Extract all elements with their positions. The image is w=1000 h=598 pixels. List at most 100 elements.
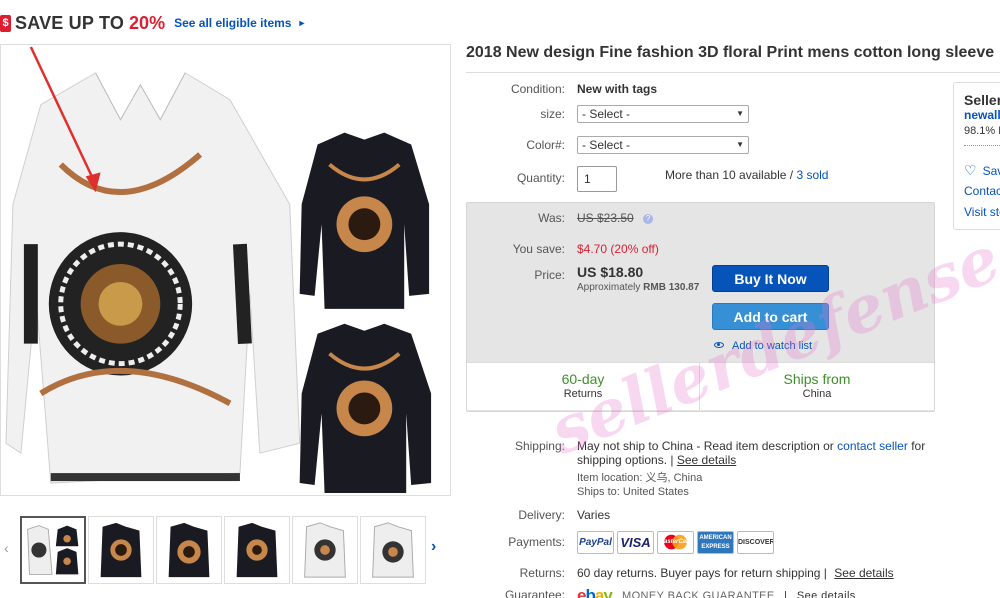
returns-feature-main: 60-day (561, 371, 605, 387)
add-to-watch-list[interactable]: Add to watch list (714, 340, 812, 352)
thumbnail-6[interactable] (360, 516, 426, 584)
caret-down-icon: ▼ (736, 109, 744, 118)
seller-feedback: 98.1% Positive feedback (964, 125, 1000, 137)
visit-store-link[interactable]: Visit store (964, 205, 1000, 219)
shipping-info: May not ship to China - Read item descri… (577, 439, 926, 467)
mbg-text: MONEY BACK GUARANTEE (622, 590, 775, 598)
contact-seller-panel-link[interactable]: Contact seller (964, 184, 1000, 198)
title-divider (466, 72, 1000, 73)
thumbnail-5[interactable] (292, 516, 358, 584)
item-location: Item location: 义乌, China (577, 469, 702, 485)
chevron-left-icon[interactable]: ‹ (4, 540, 9, 556)
amex-logo: AMERICAN EXPRESS (697, 531, 734, 554)
main-product-image[interactable] (0, 44, 451, 496)
thumbnail-image (304, 522, 346, 578)
ships-to: Ships to: United States (577, 486, 689, 498)
ships-to-value: United States (622, 486, 689, 498)
thumbnail-image (100, 522, 142, 578)
condition-value: New with tags (577, 82, 658, 96)
thumbnail-image (168, 522, 210, 578)
save-seller-label: Save this Seller (982, 164, 1000, 178)
thumbnail-strip: ‹ › (0, 516, 451, 586)
eye-icon (714, 342, 724, 348)
paypal-logo: PayPal (577, 531, 614, 554)
chevron-right-icon[interactable]: › (431, 538, 436, 556)
info-icon[interactable]: ? (643, 214, 654, 224)
was-price-value: US $23.50 (577, 211, 634, 225)
delivery-label: Delivery: (518, 508, 565, 522)
listing-title: 2018 New design Fine fashion 3D floral P… (466, 44, 995, 61)
returns-feature: 60-day Returns (467, 362, 700, 410)
quantity-label: Quantity: (516, 171, 565, 185)
you-save-value: $4.70 (20% off) (577, 242, 659, 256)
thumbnail-4[interactable] (224, 516, 290, 584)
buy-it-now-button[interactable]: Buy It Now (712, 265, 829, 292)
size-label: size: (540, 107, 565, 121)
ships-from-main: Ships from (783, 371, 851, 387)
approx-price: Approximately RMB 130.87 (577, 282, 699, 293)
delivery-value: Varies (577, 508, 611, 522)
discover-logo: DISCOVER (737, 531, 774, 554)
see-eligible-items-link[interactable]: See all eligible items (174, 16, 291, 30)
contact-seller-link[interactable]: contact seller (837, 439, 908, 453)
price-value: US $18.80 (577, 264, 644, 280)
returns-feature-sub: Returns (563, 388, 603, 400)
color-select-value: - Select - (582, 138, 631, 152)
visa-logo: VISA (617, 531, 654, 554)
returns-see-details-link[interactable]: See details (834, 566, 893, 580)
add-to-cart-button[interactable]: Add to cart (712, 303, 829, 330)
save-seller-link[interactable]: ♡ Save this Seller (964, 162, 1000, 179)
sold-count-link[interactable]: 3 sold (796, 168, 828, 182)
you-save-label: You save: (512, 242, 565, 256)
color-label: Color#: (526, 138, 565, 152)
thumbnail-image (27, 525, 79, 575)
guarantee-see-details-link[interactable]: See details (797, 590, 856, 598)
quantity-availability: More than 10 available / 3 sold (665, 168, 828, 182)
size-select[interactable]: - Select - ▼ (577, 105, 749, 123)
promo-banner: $ SAVE UP TO 20% See all eligible items … (0, 10, 306, 36)
seller-info-title: Seller information (964, 92, 1000, 108)
ebay-logo: ebay (577, 586, 613, 598)
approx-label: Approximately (577, 282, 641, 293)
color-select[interactable]: - Select - ▼ (577, 136, 749, 154)
was-label: Was: (538, 211, 565, 225)
returns-label: Returns: (519, 566, 565, 580)
shirt-photo (1, 45, 450, 495)
was-price: US $23.50 ? (577, 211, 654, 225)
condition-label: Condition: (510, 82, 565, 96)
returns-info: 60 day returns. Buyer pays for return sh… (577, 566, 894, 580)
promo-percent: 20% (129, 12, 166, 33)
thumbnail-1[interactable] (20, 516, 86, 584)
size-select-value: - Select - (582, 107, 631, 121)
thumbnail-2[interactable] (88, 516, 154, 584)
arrow-right-icon: ► (297, 18, 307, 28)
thumbnail-image (236, 522, 278, 578)
shipping-text: May not ship to China - Read item descri… (577, 439, 834, 453)
dollar-badge-icon: $ (0, 14, 11, 32)
shipping-see-details-link[interactable]: See details (677, 453, 736, 467)
thumbnail-image (372, 522, 414, 578)
caret-down-icon: ▼ (736, 140, 744, 149)
payments-label: Payments: (508, 535, 565, 549)
seller-info-panel: Seller information newallee 98.1% Positi… (953, 82, 1000, 230)
ships-to-label: Ships to: (577, 486, 620, 498)
mastercard-logo: MasterCard (657, 531, 694, 554)
approx-value: RMB 130.87 (643, 282, 700, 293)
available-text: More than 10 available / (665, 168, 794, 182)
money-back-guarantee: MONEY BACK GUARANTEE | See details (622, 590, 856, 598)
watch-list-label: Add to watch list (732, 340, 813, 352)
shipping-label: Shipping: (514, 439, 565, 453)
returns-text: 60 day returns. Buyer pays for return sh… (577, 566, 827, 580)
thumbnail-3[interactable] (156, 516, 222, 584)
shipping-text-2: for (911, 439, 926, 453)
guarantee-label: Guarantee: (504, 588, 565, 598)
heart-icon: ♡ (964, 162, 977, 178)
seller-name-link[interactable]: newallee (964, 108, 1000, 122)
seller-divider (964, 145, 1000, 146)
promo-text: SAVE UP TO (15, 12, 125, 33)
quantity-input[interactable]: 1 (577, 166, 617, 192)
item-location-value: 义乌, China (645, 472, 703, 484)
shipping-text-line2: shipping options. (577, 453, 668, 467)
item-location-label: Item location: (577, 472, 643, 484)
price-label: Price: (534, 268, 565, 282)
